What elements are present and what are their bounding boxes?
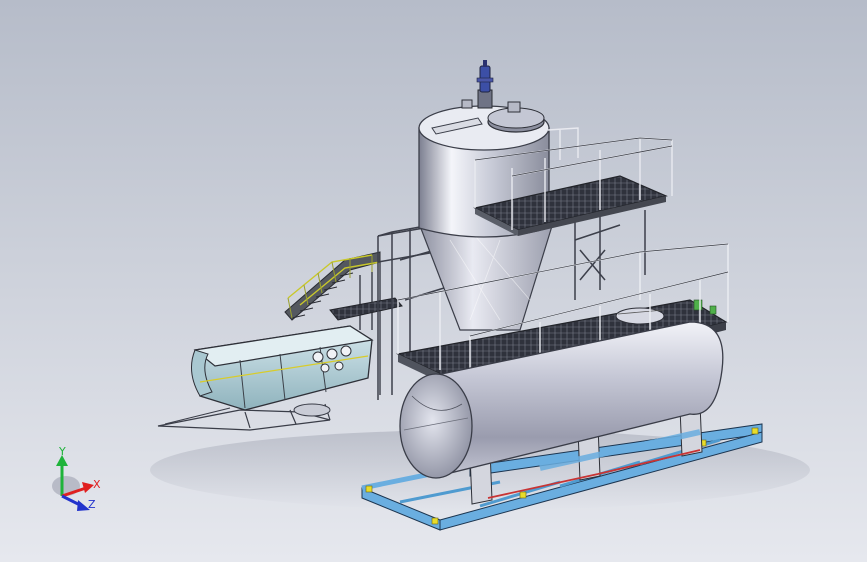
cad-viewport[interactable]: Y X Z [0, 0, 867, 562]
x-axis-label: X [93, 478, 101, 491]
htank-head [399, 373, 473, 479]
z-axis-label: Z [88, 498, 96, 511]
y-axis-label: Y [58, 445, 66, 458]
